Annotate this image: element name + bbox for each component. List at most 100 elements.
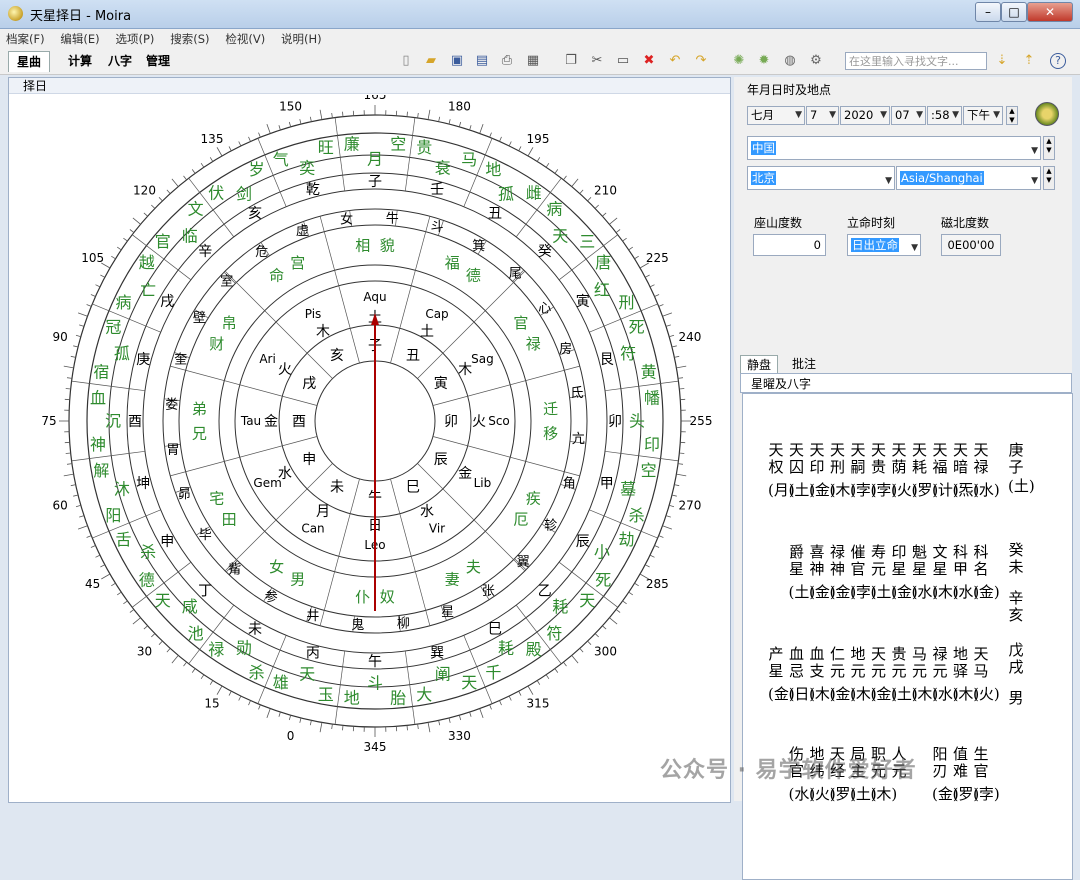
- save-icon[interactable]: ▣: [449, 53, 465, 69]
- preview-icon[interactable]: ▦: [525, 53, 541, 69]
- menu-search[interactable]: 搜索(S): [164, 29, 215, 47]
- mountain-degree-input[interactable]: 0: [753, 234, 826, 256]
- degree-tick: [674, 356, 679, 357]
- delete-icon[interactable]: ✖: [641, 53, 657, 69]
- timezone-select[interactable]: Asia/Shanghai▼: [896, 166, 1041, 190]
- astrology-wheel[interactable]: 1651801952102252402552702853003153303450…: [9, 95, 730, 801]
- mansion-label: 昴: [178, 487, 191, 502]
- mansion-label: 房: [559, 341, 572, 357]
- minute-select[interactable]: :58▼: [927, 106, 962, 125]
- degree-tick: [101, 574, 110, 579]
- chart-wheel-icon[interactable]: ✺: [731, 53, 747, 69]
- degree-label: 30: [137, 645, 152, 659]
- degree-tick: [67, 378, 72, 379]
- search-up-icon[interactable]: ⇡: [1021, 53, 1037, 69]
- copy-icon[interactable]: ❐: [563, 53, 579, 69]
- magnetic-north-value[interactable]: 0E00'00: [941, 234, 1001, 256]
- paste-icon[interactable]: ▭: [615, 53, 631, 69]
- tab-chart[interactable]: 星曲: [8, 51, 50, 72]
- outer-divider: [405, 651, 415, 724]
- right-panel: 年月日时及地点 七月▼ 7▼ 2020▼ 07▼ :58▼ 下午▼ ▲▼ 中国▼…: [734, 77, 1072, 801]
- now-button[interactable]: [1035, 102, 1059, 126]
- degree-tick: [66, 389, 71, 390]
- outer-star-label: 文: [188, 199, 204, 218]
- globe-icon[interactable]: ◍: [782, 53, 798, 69]
- branch-label: 寅: [576, 293, 590, 310]
- degree-tick: [79, 516, 84, 518]
- save-as-icon[interactable]: ▤: [474, 53, 490, 69]
- degree-tick: [172, 179, 178, 187]
- hour-select[interactable]: 07▼: [891, 106, 926, 125]
- cut-icon[interactable]: ✂: [589, 53, 605, 69]
- outer-star-label: 禄: [208, 640, 224, 659]
- zodiac-sign-label: Aqu: [363, 290, 386, 304]
- undo-icon[interactable]: ↶: [667, 53, 683, 69]
- menu-help[interactable]: 说明(H): [275, 29, 328, 47]
- degree-tick: [117, 247, 121, 250]
- day-select[interactable]: 7▼: [806, 106, 839, 125]
- outer-star-label: 血: [90, 388, 106, 407]
- degree-tick: [100, 275, 104, 277]
- mansion-label: 壁: [193, 311, 206, 326]
- house-label: 男: [290, 570, 305, 588]
- ampm-select[interactable]: 下午▼: [963, 106, 1003, 125]
- city-select[interactable]: 北京▼: [747, 166, 895, 190]
- outer-divider: [405, 118, 415, 191]
- outer-star-label: 劫: [618, 530, 634, 549]
- ming-time-label: 立命时刻: [847, 214, 895, 231]
- degree-tick: [159, 197, 162, 201]
- mansion-label: 亢: [572, 431, 585, 447]
- stem-label: 坤: [136, 476, 150, 492]
- outer-star-label: 德: [139, 570, 155, 589]
- house-label: 女: [269, 558, 284, 576]
- chart-transit-icon[interactable]: ✹: [756, 53, 772, 69]
- close-button[interactable]: ✕: [1027, 2, 1073, 22]
- help-icon[interactable]: ?: [1050, 53, 1066, 69]
- house-label: 夫: [466, 558, 481, 576]
- country-select[interactable]: 中国▼: [747, 136, 1041, 160]
- print-icon[interactable]: ⎙: [499, 53, 515, 69]
- tab-notes[interactable]: 批注: [786, 355, 822, 373]
- outer-star-label: 伏: [208, 183, 224, 202]
- tab-bazi[interactable]: 八字: [100, 51, 140, 71]
- outer-star-label: 气: [273, 150, 289, 169]
- menu-view[interactable]: 检视(V): [219, 29, 271, 47]
- minimize-button[interactable]: –: [975, 2, 1001, 22]
- menu-edit[interactable]: 编辑(E): [54, 29, 105, 47]
- stem-label: 辛: [198, 244, 212, 260]
- degree-tick: [679, 389, 684, 390]
- degree-label: 330: [448, 729, 471, 743]
- inner-planet-label: 金: [458, 466, 472, 482]
- search-go-icon[interactable]: ⇣: [994, 53, 1010, 69]
- time-spinner[interactable]: ▲▼: [1006, 106, 1018, 125]
- degree-tick: [645, 275, 649, 277]
- tab-static-chart[interactable]: 静盘: [740, 355, 778, 374]
- degree-tick: [650, 555, 655, 557]
- degree-tick: [289, 122, 290, 127]
- mansion-label: 心: [538, 301, 551, 316]
- degree-tick: [609, 218, 617, 224]
- country-spinner[interactable]: ▲▼: [1043, 136, 1055, 160]
- degree-tick: [229, 146, 231, 150]
- star-name: 值难: [953, 746, 969, 780]
- star-name: 喜神: [809, 544, 825, 578]
- degree-tick: [310, 720, 311, 725]
- degree-tick: [343, 112, 344, 117]
- search-input[interactable]: 在这里输入寻找文字...: [845, 52, 987, 70]
- house-label: 厄: [513, 511, 528, 529]
- open-folder-icon[interactable]: ▰: [423, 53, 439, 69]
- tab-manage[interactable]: 管理: [138, 51, 178, 71]
- menu-options[interactable]: 选项(P): [110, 29, 161, 47]
- tab-calc[interactable]: 计算: [60, 51, 100, 71]
- settings-icon[interactable]: ⚙: [808, 53, 824, 69]
- degree-tick: [217, 147, 222, 156]
- degree-tick: [239, 142, 241, 147]
- year-select[interactable]: 2020▼: [840, 106, 890, 125]
- month-select[interactable]: 七月▼: [747, 106, 805, 125]
- city-spinner[interactable]: ▲▼: [1043, 166, 1055, 190]
- new-file-icon[interactable]: ▯: [398, 53, 414, 69]
- maximize-button[interactable]: □: [1001, 2, 1027, 22]
- menu-file[interactable]: 档案(F): [0, 29, 51, 47]
- ming-time-select[interactable]: 日出立命▼: [847, 234, 921, 256]
- redo-icon[interactable]: ↷: [693, 53, 709, 69]
